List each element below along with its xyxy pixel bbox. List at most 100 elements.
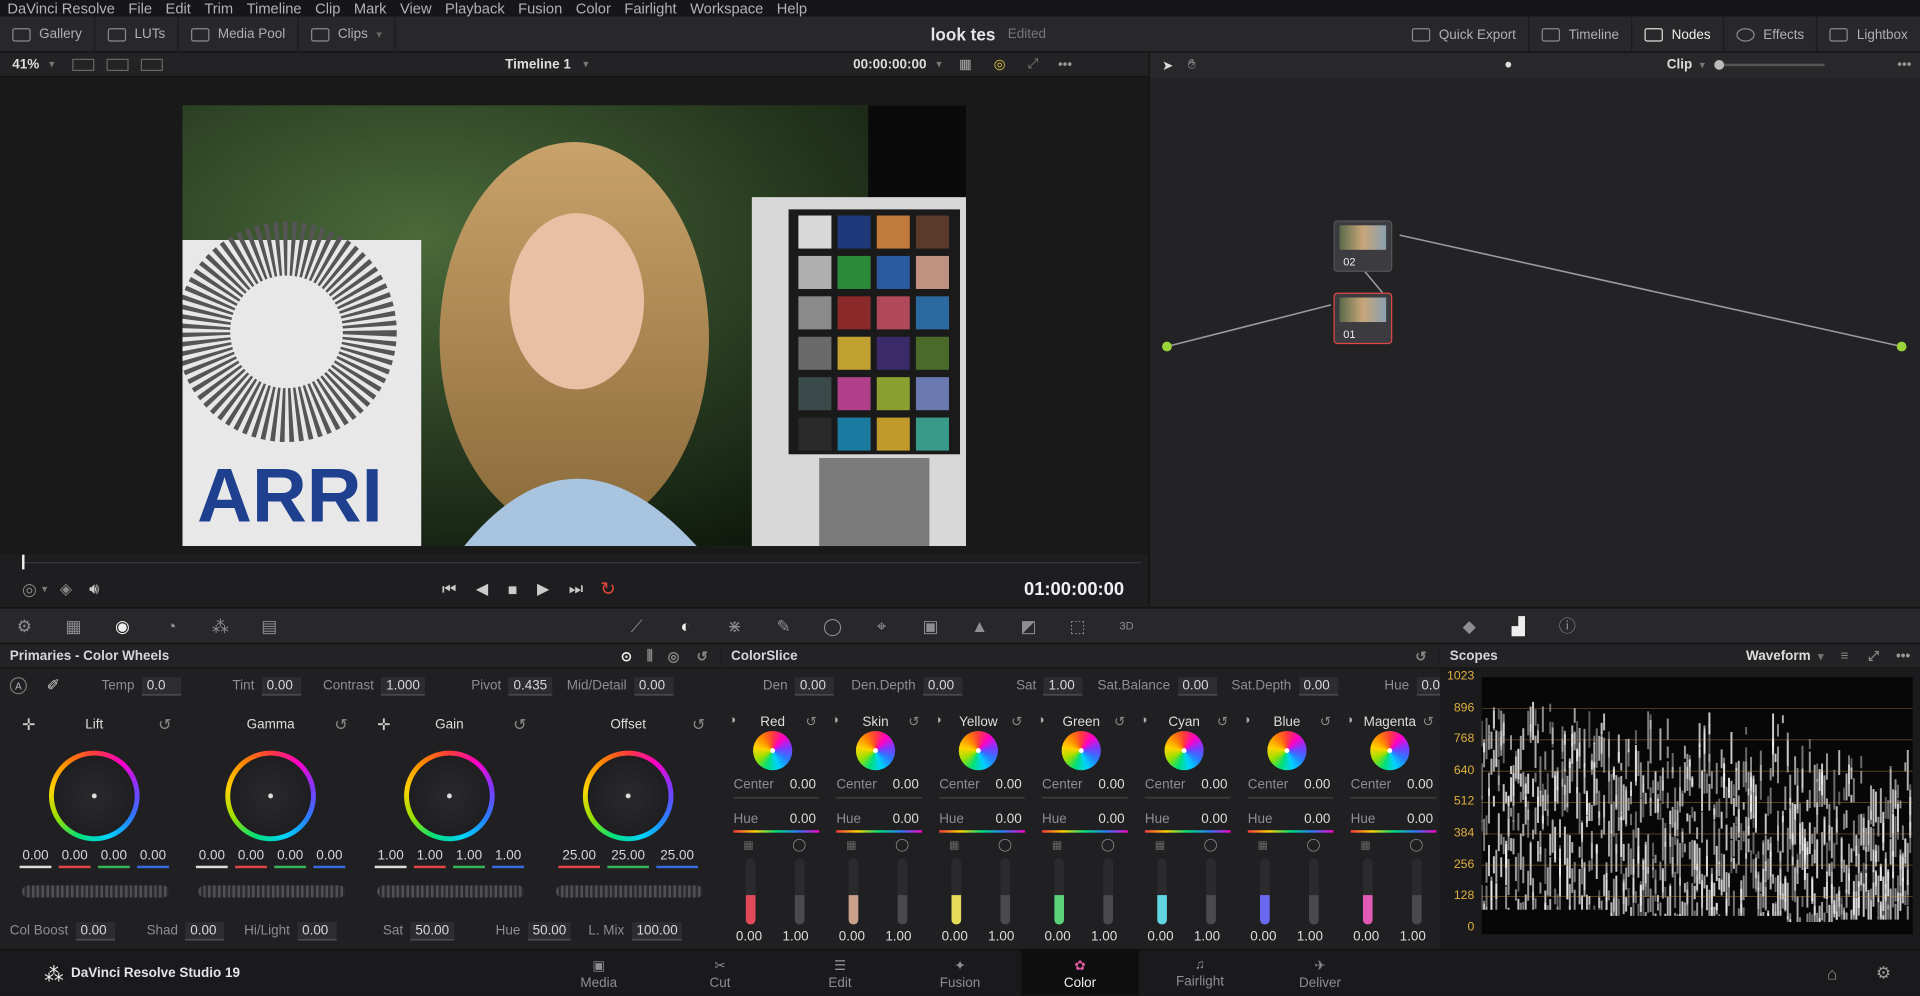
reset-icon[interactable]: ↺: [1011, 714, 1022, 730]
reset-icon[interactable]: ↺: [1217, 714, 1228, 730]
media-pool-button[interactable]: Media Pool: [179, 16, 299, 53]
viewer-image[interactable]: ARRI: [182, 105, 967, 547]
page-fairlight[interactable]: ♫ Fairlight: [1141, 950, 1259, 995]
lightbox-button[interactable]: Lightbox: [1818, 17, 1920, 53]
hand-icon[interactable]: ✋︎: [1188, 57, 1196, 73]
menu-fusion[interactable]: Fusion: [518, 0, 562, 17]
gamma-jog-wheel[interactable]: [198, 885, 346, 898]
slider-a[interactable]: [1362, 858, 1373, 925]
drop-icon[interactable]: ◯: [1204, 839, 1218, 852]
reset-icon[interactable]: ↺: [696, 648, 707, 665]
page-media[interactable]: ▣ Media: [540, 950, 658, 995]
slider-a[interactable]: [848, 858, 859, 925]
slider-b[interactable]: [1000, 858, 1011, 925]
menu-help[interactable]: Help: [777, 0, 807, 17]
viewer-mode-icon[interactable]: ◎: [22, 579, 37, 600]
slice-wheel[interactable]: [1370, 731, 1410, 771]
slider-b-value[interactable]: 1.00: [782, 929, 808, 944]
gain-jog-wheel[interactable]: [377, 885, 525, 898]
tracker-icon[interactable]: ⌖: [857, 609, 906, 643]
center-value[interactable]: 0.00: [996, 778, 1022, 793]
window-icon[interactable]: ◯: [808, 609, 857, 643]
center-value[interactable]: 0.00: [893, 778, 919, 793]
sat-depth-field[interactable]: Sat.Depth 0.00: [1231, 676, 1338, 695]
slider-b[interactable]: [1206, 858, 1216, 925]
slice-wheel[interactable]: [1164, 731, 1204, 771]
luts-button[interactable]: LUTs: [95, 16, 179, 53]
den-field[interactable]: Den 0.00: [763, 676, 835, 695]
menu-color[interactable]: Color: [576, 0, 611, 17]
reset-icon[interactable]: ↺: [513, 715, 526, 735]
grid-icon[interactable]: ▦: [743, 839, 753, 852]
page-edit[interactable]: ☰ Edit: [781, 950, 899, 995]
menu-file[interactable]: File: [128, 0, 152, 17]
sat-field[interactable]: Sat 50.00: [383, 921, 454, 940]
curves-icon[interactable]: ⟋: [612, 609, 661, 643]
drop-icon[interactable]: ◯: [895, 839, 909, 852]
slider-a[interactable]: [1054, 858, 1065, 925]
nodes-button[interactable]: Nodes: [1632, 17, 1725, 53]
hue-value[interactable]: 0.00: [790, 812, 816, 827]
page-cut[interactable]: ✂︎ Cut: [661, 950, 779, 995]
play-icon[interactable]: ▶︎: [537, 579, 549, 599]
grid-icon[interactable]: ▦: [1052, 839, 1062, 852]
zoom-slider[interactable]: [1714, 60, 1826, 70]
skip-end-icon[interactable]: ⏭︎: [569, 579, 583, 599]
center-value[interactable]: 0.00: [1098, 778, 1124, 793]
info-icon[interactable]: ⓘ: [1543, 609, 1592, 643]
scopes-icon[interactable]: ▟: [1494, 609, 1543, 643]
film-icon[interactable]: ▦: [959, 56, 972, 73]
gear-icon[interactable]: ⚙︎: [1876, 962, 1891, 983]
node-02[interactable]: 02: [1333, 220, 1393, 272]
auto-balance-icon[interactable]: A: [9, 677, 27, 695]
chevron-down-icon[interactable]: ▾: [49, 58, 55, 71]
hue-value[interactable]: 0.00: [893, 812, 919, 827]
hue-field[interactable]: Hue 50.00: [496, 921, 572, 940]
drop-icon[interactable]: ◯: [1307, 839, 1321, 852]
key-icon[interactable]: ◩: [1004, 609, 1053, 643]
slider-b-value[interactable]: 1.00: [1297, 929, 1323, 944]
output-port[interactable]: [1896, 341, 1907, 352]
gain-wheel[interactable]: [404, 750, 495, 842]
slice-wheel[interactable]: [753, 731, 793, 771]
menu-timeline[interactable]: Timeline: [247, 0, 302, 17]
slider-a[interactable]: [1157, 858, 1167, 925]
menu-fairlight[interactable]: Fairlight: [624, 0, 676, 17]
pivot-field[interactable]: Pivot 0.435: [471, 676, 553, 695]
menu-trim[interactable]: Trim: [204, 0, 233, 17]
slice-wheel[interactable]: [958, 731, 998, 771]
node-01[interactable]: 01: [1333, 292, 1393, 345]
hue-value[interactable]: 0.00: [1304, 812, 1330, 827]
sat-field[interactable]: Sat 1.00: [1016, 676, 1083, 695]
timeline-button[interactable]: Timeline: [1529, 17, 1633, 53]
slice-wheel[interactable]: [855, 731, 896, 771]
slider-b[interactable]: [1411, 858, 1422, 925]
reset-icon[interactable]: ↺: [158, 715, 171, 735]
grid-icon[interactable]: ▦: [1360, 839, 1370, 852]
hue-value[interactable]: 0.00: [1098, 812, 1124, 827]
more-icon[interactable]: •••: [1897, 58, 1911, 73]
drop-icon[interactable]: ◯: [1409, 839, 1423, 852]
picker-icon[interactable]: ✐: [47, 676, 60, 696]
bars-mode-icon[interactable]: ⫼: [647, 648, 653, 664]
3d-icon[interactable]: 3D: [1102, 609, 1151, 643]
temp-field[interactable]: Temp 0.0: [102, 676, 181, 695]
fullscreen-icon[interactable]: ⤢: [1028, 56, 1039, 72]
slider-a-value[interactable]: 0.00: [736, 929, 762, 944]
grid-icon[interactable]: ▦: [1258, 839, 1268, 852]
timeline-name[interactable]: Timeline 1: [505, 57, 571, 72]
layers-icon[interactable]: ◈: [60, 579, 72, 599]
l-mix-field[interactable]: L. Mix 100.00: [588, 921, 683, 940]
center-value[interactable]: 0.00: [1304, 778, 1330, 793]
grid-icon[interactable]: ▦: [846, 839, 856, 852]
slider-a[interactable]: [745, 858, 756, 925]
settings-icon[interactable]: ≡: [1841, 649, 1849, 664]
drop-icon[interactable]: ◯: [792, 839, 806, 852]
offset-jog-wheel[interactable]: [555, 885, 703, 898]
reset-icon[interactable]: ↺: [1320, 714, 1331, 730]
step-back-icon[interactable]: ◀︎: [476, 579, 488, 599]
grid-icon[interactable]: ▦: [1155, 839, 1165, 852]
menu-app[interactable]: DaVinci Resolve: [7, 0, 115, 17]
gallery-button[interactable]: Gallery: [0, 16, 96, 53]
sat-balance-field[interactable]: Sat.Balance 0.00: [1098, 676, 1217, 695]
